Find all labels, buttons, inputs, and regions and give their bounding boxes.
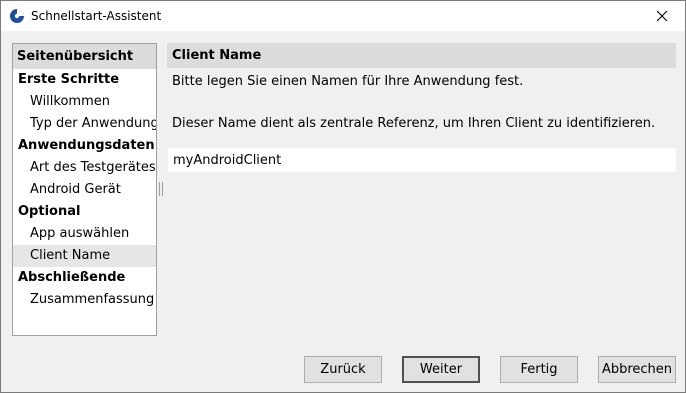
- nav-item-app-auswaehlen[interactable]: App auswählen: [13, 223, 156, 245]
- nav-section-optional: Optional: [18, 204, 81, 219]
- next-button[interactable]: Weiter: [402, 356, 480, 383]
- cancel-button[interactable]: Abbrechen: [598, 356, 676, 383]
- cancel-button-label: Abbrechen: [601, 362, 673, 377]
- close-button[interactable]: [639, 1, 685, 31]
- app-logo-icon: [10, 9, 24, 23]
- description-text-1: Bitte legen Sie einen Namen für Ihre Anw…: [172, 74, 524, 89]
- nav-item-client-name[interactable]: Client Name: [13, 245, 156, 267]
- nav-item-art-des-testgeraetes[interactable]: Art des Testgerätes: [13, 157, 156, 179]
- panel-splitter-handle[interactable]: [159, 182, 163, 196]
- finish-button[interactable]: Fertig: [500, 356, 578, 383]
- finish-button-label: Fertig: [520, 362, 558, 377]
- back-button[interactable]: Zurück: [304, 356, 382, 383]
- page-overview-panel: Seitenübersicht Erste Schritte Willkomme…: [12, 43, 157, 336]
- nav-item-typ-der-anwendung[interactable]: Typ der Anwendung: [13, 113, 156, 135]
- nav-section-anwendungsdaten: Anwendungsdaten: [18, 138, 155, 153]
- window-title: Schnellstart-Assistent: [31, 9, 162, 23]
- close-icon: [656, 10, 668, 22]
- wizard-window: Schnellstart-Assistent Seitenübersicht E…: [0, 0, 686, 393]
- nav-item-zusammenfassung[interactable]: Zusammenfassung: [13, 289, 156, 311]
- title-bar: Schnellstart-Assistent: [1, 1, 685, 31]
- next-button-label: Weiter: [419, 362, 463, 377]
- page-title: Client Name: [167, 43, 676, 68]
- page-overview-header: Seitenübersicht: [13, 44, 156, 69]
- nav-section-erste-schritte: Erste Schritte: [18, 72, 120, 87]
- client-name-input[interactable]: [168, 148, 676, 172]
- nav-item-willkommen[interactable]: Willkommen: [13, 91, 156, 113]
- nav-item-android-geraet[interactable]: Android Gerät: [13, 179, 156, 201]
- description-text-2: Dieser Name dient als zentrale Referenz,…: [172, 116, 656, 131]
- back-button-label: Zurück: [320, 362, 366, 377]
- page-overview-list: Erste Schritte Willkommen Typ der Anwend…: [13, 69, 156, 311]
- nav-section-abschliessende: Abschließende: [18, 270, 126, 285]
